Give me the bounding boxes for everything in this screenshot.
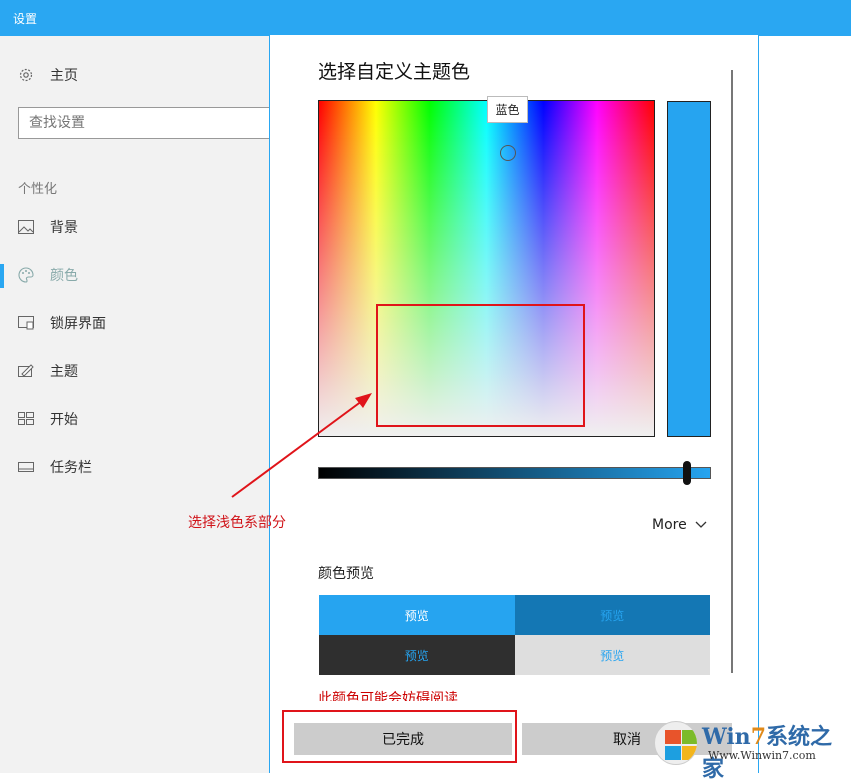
sidebar-item-home[interactable]: 主页 [18,63,258,87]
brightness-slider-thumb[interactable] [683,461,691,485]
spectrum-saturation-layer [319,101,654,436]
theme-icon [18,363,34,379]
color-picker-cursor[interactable] [500,145,516,161]
taskbar-icon [18,459,34,475]
more-label: More [652,517,687,533]
sidebar-item-background[interactable]: 背景 [18,215,258,239]
section-heading: 个性化 [18,182,58,197]
active-indicator [0,264,4,288]
watermark-url: Www.Winwin7.com [708,749,816,762]
preview-cell: 预览 [514,595,710,635]
readability-warning: 此颜色可能会妨碍阅读 [318,691,458,701]
sidebar-item-colors[interactable]: 颜色 [18,263,258,287]
color-spectrum[interactable] [318,100,655,437]
sidebar-item-label: 主页 [50,68,78,84]
lockscreen-icon [18,315,34,331]
search-input[interactable] [19,108,269,138]
palette-icon [18,267,34,283]
brightness-slider[interactable] [318,467,711,479]
preview-cell: 预览 [514,635,710,675]
picture-icon [18,219,34,235]
sidebar-item-label: 背景 [50,220,78,236]
gear-icon [18,67,34,83]
search-box[interactable] [18,107,270,139]
done-button[interactable]: 已完成 [294,723,512,755]
chevron-down-icon [695,518,707,532]
more-toggle[interactable]: More [652,517,707,533]
window-title: 设置 [13,12,38,26]
sidebar-item-start[interactable]: 开始 [18,407,258,431]
sidebar-item-taskbar[interactable]: 任务栏 [18,455,258,479]
sidebar-item-label: 锁屏界面 [50,316,106,332]
sidebar-item-label: 颜色 [50,268,78,284]
custom-color-dialog: 选择自定义主题色 蓝色 More 颜色预览 预览 预览 预览 预览 此颜色可能会… [269,35,759,773]
preview-heading: 颜色预览 [318,566,374,582]
sidebar-item-label: 开始 [50,412,78,428]
title-bar: 设置 [0,0,851,36]
sidebar-item-label: 主题 [50,364,78,380]
watermark-logo: Win7系统之家 Www.Winwin7.com [652,715,848,782]
color-name-tooltip: 蓝色 [487,96,528,123]
preview-cell: 预览 [319,635,515,675]
color-preview-grid: 预览 预览 预览 预览 [319,595,710,675]
sidebar-item-themes[interactable]: 主题 [18,359,258,383]
preview-cell: 预览 [319,595,515,635]
sidebar-item-label: 任务栏 [50,460,92,476]
settings-sidebar [0,36,270,773]
dialog-title: 选择自定义主题色 [318,61,471,83]
start-icon [18,411,34,427]
dialog-scrollbar[interactable] [731,70,733,673]
sidebar-item-lockscreen[interactable]: 锁屏界面 [18,311,258,335]
windows-flag-icon [654,721,698,765]
selected-color-swatch [667,101,711,437]
